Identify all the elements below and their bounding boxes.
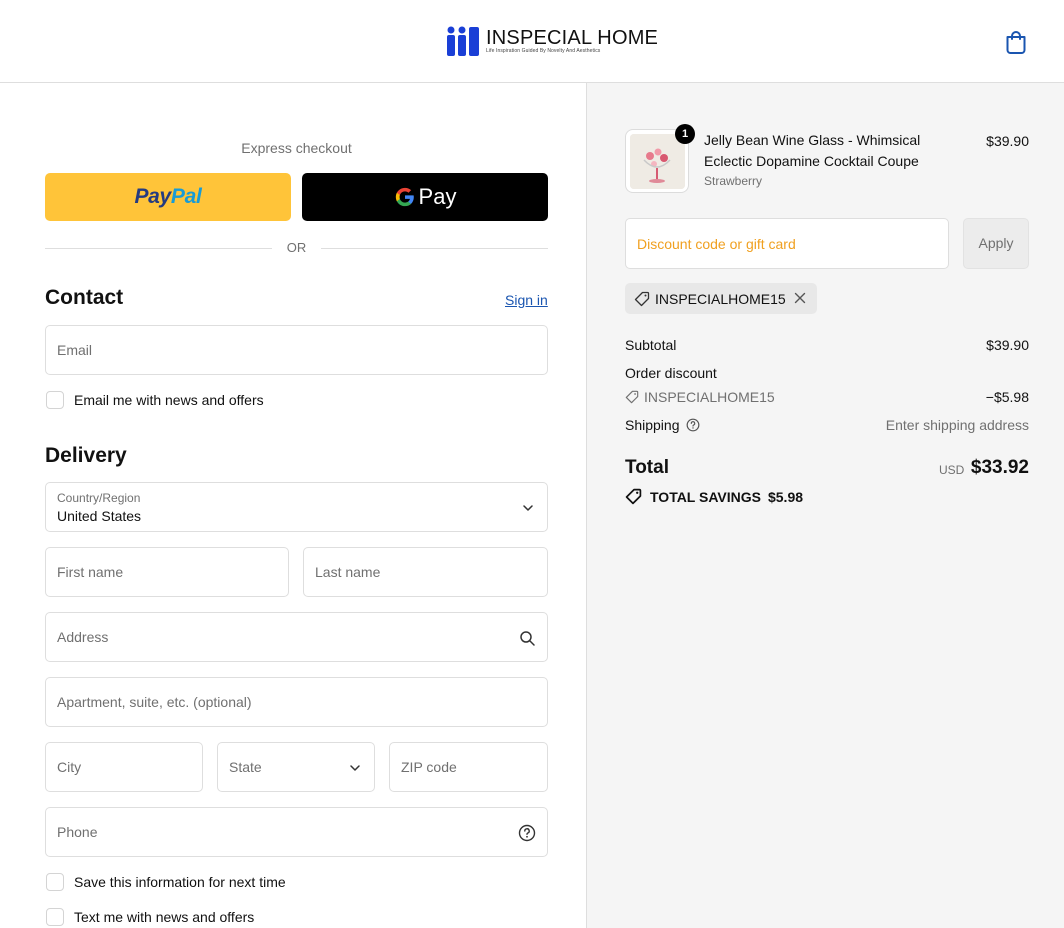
- newsletter-label: Email me with news and offers: [74, 392, 264, 408]
- google-pay-label: Pay: [418, 184, 457, 209]
- save-info-label: Save this information for next time: [74, 874, 286, 890]
- shipping-value: Enter shipping address: [885, 417, 1029, 433]
- paypal-logo: PayPal: [134, 185, 202, 208]
- zip-code-placeholder: ZIP code: [401, 759, 457, 775]
- shipping-label: Shipping: [625, 417, 680, 433]
- chevron-down-icon: [523, 505, 533, 511]
- phone-placeholder: Phone: [57, 824, 98, 840]
- subtotal-row: Subtotal $39.90: [625, 337, 1029, 353]
- order-discount-row: Order discount: [625, 365, 1029, 381]
- total-savings: TOTAL SAVINGS $5.98: [625, 488, 803, 505]
- search-icon: [520, 631, 535, 646]
- google-g-icon: [395, 187, 414, 207]
- top-header: INSPECIAL HOME Life Inspiration Guided B…: [0, 0, 1064, 83]
- city-placeholder: City: [57, 759, 82, 775]
- total-savings-value: $5.98: [767, 488, 804, 505]
- address-placeholder: Address: [57, 629, 109, 645]
- discount-code-input[interactable]: Discount code or gift card: [625, 218, 949, 269]
- total-currency: USD: [939, 463, 965, 477]
- newsletter-checkbox-row[interactable]: Email me with news and offers: [46, 390, 264, 410]
- quantity-badge: 1: [675, 124, 695, 144]
- apply-discount-button[interactable]: Apply: [963, 218, 1029, 269]
- country-region-select[interactable]: Country/Region United States: [45, 482, 548, 532]
- shopping-bag-icon[interactable]: [1004, 29, 1028, 55]
- brand-tagline: Life Inspiration Guided By Novelty And A…: [486, 47, 601, 54]
- help-circle-icon[interactable]: [518, 824, 536, 842]
- order-discount-value: −$5.98: [985, 389, 1029, 405]
- tag-icon: [625, 390, 639, 404]
- brand-logo[interactable]: INSPECIAL HOME Life Inspiration Guided B…: [446, 24, 658, 58]
- save-info-checkbox-row[interactable]: Save this information for next time: [46, 872, 286, 892]
- tag-icon: [634, 291, 650, 306]
- text-offers-label: Text me with news and offers: [74, 909, 255, 925]
- applied-discount-chip: INSPECIALHOME15: [625, 283, 817, 314]
- phone-field[interactable]: Phone: [45, 807, 548, 857]
- address-field[interactable]: Address: [45, 612, 548, 662]
- city-field[interactable]: City: [45, 742, 203, 792]
- contact-heading: Contact: [45, 286, 124, 309]
- last-name-placeholder: Last name: [315, 564, 381, 580]
- total-value: $33.92: [970, 457, 1029, 478]
- last-name-field[interactable]: Last name: [303, 547, 548, 597]
- first-name-placeholder: First name: [57, 564, 124, 580]
- brand-logo-icon: [447, 26, 479, 56]
- google-pay-button[interactable]: Pay: [302, 173, 548, 221]
- applied-discount-code: INSPECIALHOME15: [655, 290, 786, 307]
- order-discount-label: Order discount: [625, 365, 717, 381]
- apartment-placeholder: Apartment, suite, etc. (optional): [57, 694, 252, 710]
- subtotal-value: $39.90: [986, 337, 1029, 353]
- email-placeholder: Email: [57, 342, 93, 358]
- total-label: Total: [625, 457, 669, 478]
- first-name-field[interactable]: First name: [45, 547, 289, 597]
- sign-in-link[interactable]: Sign in: [505, 292, 548, 308]
- product-price: $39.90: [986, 133, 1029, 149]
- tag-icon: [625, 488, 642, 505]
- text-offers-checkbox[interactable]: [46, 908, 64, 926]
- close-icon[interactable]: [792, 290, 808, 306]
- order-discount-code-row: INSPECIALHOME15 −$5.98: [625, 389, 1029, 407]
- or-divider: OR: [45, 239, 548, 257]
- total-savings-label: TOTAL SAVINGS: [650, 488, 761, 505]
- apartment-field[interactable]: Apartment, suite, etc. (optional): [45, 677, 548, 727]
- save-info-checkbox[interactable]: [46, 873, 64, 891]
- state-select[interactable]: State: [217, 742, 375, 792]
- country-region-label: Country/Region: [57, 491, 141, 505]
- state-placeholder: State: [229, 759, 262, 775]
- wine-glass-image: [630, 134, 685, 189]
- shipping-row: Shipping Enter shipping address: [625, 417, 1029, 433]
- express-checkout-title: Express checkout: [241, 140, 352, 156]
- subtotal-label: Subtotal: [625, 337, 677, 353]
- delivery-heading: Delivery: [45, 444, 127, 467]
- email-field[interactable]: Email: [45, 325, 548, 375]
- newsletter-checkbox[interactable]: [46, 391, 64, 409]
- discount-code-placeholder: Discount code or gift card: [637, 236, 796, 252]
- product-variant: Strawberry: [704, 174, 763, 188]
- zip-code-field[interactable]: ZIP code: [389, 742, 548, 792]
- paypal-button[interactable]: PayPal: [45, 173, 291, 221]
- order-discount-code: INSPECIALHOME15: [644, 389, 775, 405]
- order-summary-panel: 1 Jelly Bean Wine Glass - Whimsical Ecle…: [587, 83, 1064, 928]
- product-title: Jelly Bean Wine Glass - Whimsical Eclect…: [704, 132, 921, 169]
- country-region-value: United States: [57, 508, 142, 524]
- chevron-down-icon: [350, 765, 360, 771]
- checkout-form-panel: Express checkout PayPal Pay OR Contact S…: [0, 83, 587, 928]
- help-circle-icon[interactable]: [686, 418, 700, 432]
- brand-name: INSPECIAL HOME: [486, 26, 659, 49]
- text-offers-checkbox-row[interactable]: Text me with news and offers: [46, 907, 254, 927]
